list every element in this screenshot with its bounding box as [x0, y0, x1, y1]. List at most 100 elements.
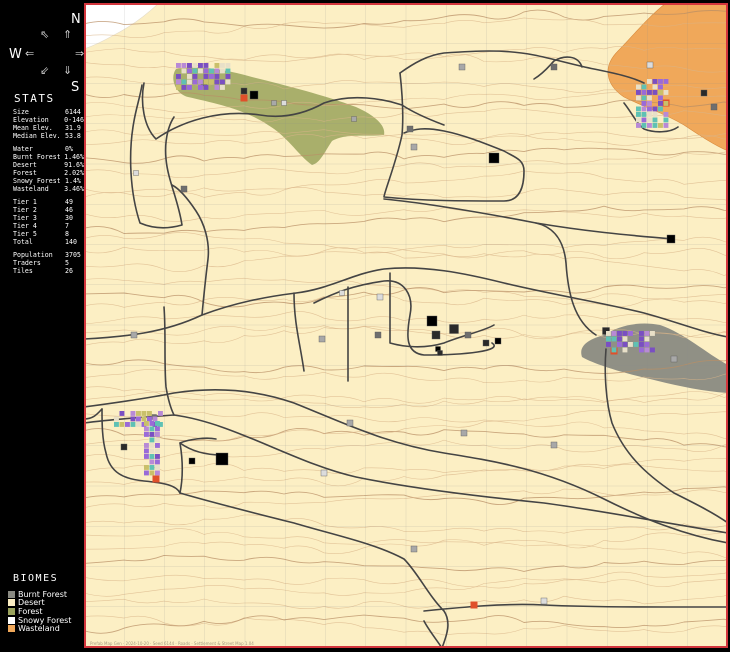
town-tile	[198, 79, 203, 85]
arrow-northwest-icon: ⇖	[40, 28, 50, 41]
town-tile	[187, 68, 192, 74]
stat-label: Burnt Forest	[13, 153, 61, 161]
prefab-marker	[130, 331, 138, 339]
compass-south-label: S	[71, 80, 80, 95]
stat-row: Desert 91.6%	[13, 161, 84, 169]
prefab-marker	[249, 90, 259, 100]
prefab-marker	[437, 350, 443, 356]
prefab-marker	[410, 545, 418, 553]
town-tile	[622, 336, 628, 342]
prefab-marker	[488, 152, 500, 164]
arrow-south-icon: ⇓	[63, 64, 73, 77]
town-tile	[663, 90, 669, 95]
town-tile	[144, 421, 149, 426]
stat-value: 3705	[65, 251, 81, 259]
stat-value: 49	[65, 198, 73, 206]
stat-value: 1.4%	[65, 177, 81, 185]
biome-swatch	[8, 616, 15, 624]
prefab-marker	[710, 103, 718, 111]
town-tile	[641, 117, 647, 123]
town-tile	[652, 123, 658, 128]
town-tile	[176, 85, 181, 90]
town-tile	[636, 123, 641, 128]
arrow-west-icon: ⇐	[25, 47, 35, 60]
town-tile	[641, 112, 647, 117]
prefab-marker	[646, 61, 654, 69]
stat-label: Traders	[13, 259, 41, 267]
town-tile	[198, 63, 203, 68]
town-tile	[628, 331, 633, 336]
prefab-marker	[351, 116, 357, 122]
stat-row: Mean Elev. 31.9	[13, 124, 84, 132]
stat-label: Elevation	[13, 116, 49, 124]
stat-row: Total 140	[13, 238, 84, 246]
town-tile	[130, 422, 136, 427]
stat-label: Water	[13, 145, 33, 153]
town-tile	[136, 411, 141, 416]
town-tile	[144, 465, 149, 470]
town-tile	[136, 416, 141, 422]
arrow-east-icon: ⇒	[75, 47, 85, 60]
town-tile	[652, 112, 658, 117]
town-tile	[220, 85, 225, 90]
stat-value: 1.46%	[64, 153, 84, 161]
biome-legend-item: Forest	[8, 607, 71, 616]
prefab-marker	[540, 597, 548, 605]
town-tile	[639, 347, 644, 353]
stat-value: 46	[65, 206, 73, 214]
prefab-marker	[271, 100, 277, 106]
stat-label: Population	[13, 251, 53, 259]
stat-row: Tier 2 46	[13, 206, 84, 214]
town-tile	[663, 123, 669, 128]
town-tile	[155, 432, 160, 437]
town-tile	[149, 443, 155, 448]
town-tile	[647, 79, 652, 84]
biome-legend-item: Burnt Forest	[8, 590, 71, 599]
stat-value: 0-146	[64, 116, 84, 124]
town-tile	[636, 84, 641, 90]
town-tile	[658, 101, 663, 106]
town-tile	[149, 465, 155, 470]
stat-label: Mean Elev.	[13, 124, 53, 132]
town-tile	[209, 68, 214, 74]
prefab-marker	[320, 469, 328, 477]
world-map[interactable]	[83, 2, 730, 649]
town-tile	[176, 79, 181, 85]
biome-swatch	[8, 590, 15, 598]
stat-value: 6144	[65, 108, 81, 116]
town-tile	[181, 79, 187, 85]
town-tile	[144, 448, 149, 454]
town-tile	[636, 90, 641, 95]
trader-marker	[152, 475, 160, 483]
town-tile	[158, 411, 163, 416]
town-tile	[198, 85, 203, 90]
stat-row: Tier 5 8	[13, 230, 84, 238]
town-tile	[663, 117, 669, 123]
trader-marker	[240, 94, 248, 102]
trader-marker	[470, 601, 478, 609]
prefab-marker	[494, 337, 502, 345]
town-tile	[203, 68, 209, 74]
prefab-marker	[449, 324, 459, 334]
town-tile	[141, 416, 147, 422]
prefab-marker	[482, 339, 490, 347]
prefab-marker	[346, 419, 354, 427]
town-tile	[144, 454, 149, 459]
town-tile	[647, 117, 652, 123]
town-tile	[192, 74, 198, 79]
town-tile	[611, 331, 617, 336]
stat-value: 8	[65, 230, 69, 238]
biome-swatch	[8, 607, 15, 615]
town-tile	[144, 470, 149, 476]
stat-label: Tiles	[13, 267, 33, 275]
town-tile	[606, 342, 611, 347]
town-tile	[149, 432, 155, 437]
town-tile	[633, 342, 639, 347]
town-tile	[636, 117, 641, 123]
stat-label: Forest	[13, 169, 37, 177]
town-tile	[209, 74, 214, 79]
town-tile	[628, 342, 633, 347]
stat-label: Snowy Forest	[13, 177, 61, 185]
town-tile	[225, 68, 231, 74]
town-tile	[639, 331, 644, 336]
